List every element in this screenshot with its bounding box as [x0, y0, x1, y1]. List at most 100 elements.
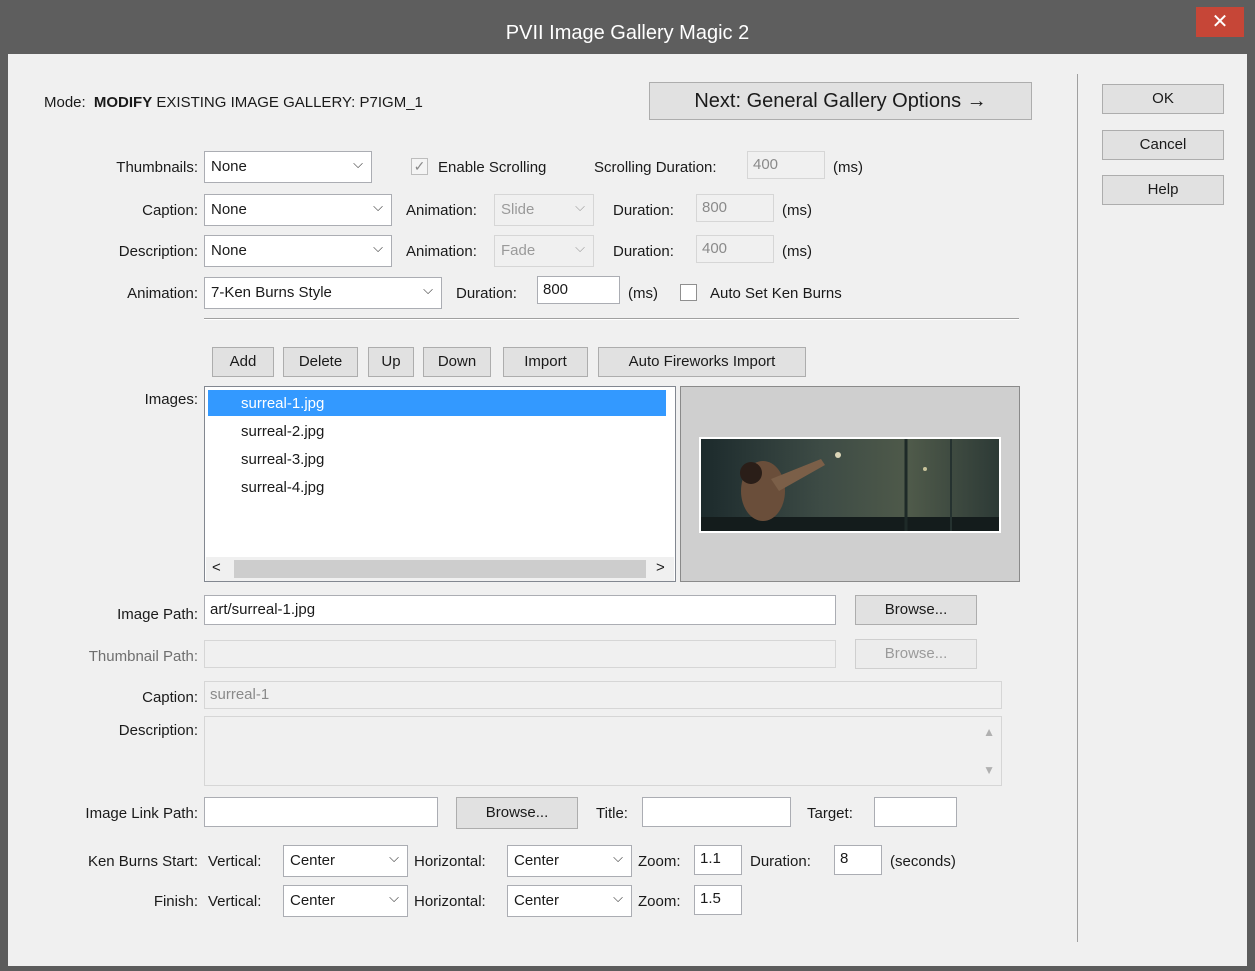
chevron-down-icon: ⌵ — [389, 890, 399, 905]
enable-scrolling-checkbox[interactable]: ✓ — [411, 158, 428, 175]
list-item[interactable]: surreal-4.jpg — [208, 474, 666, 500]
caption-duration-input[interactable]: 800 — [696, 194, 774, 222]
description-animation-select[interactable]: Fade ⌵ — [494, 235, 594, 267]
scrolling-duration-unit: (ms) — [833, 159, 863, 176]
finish-vertical-value: Center — [290, 892, 336, 909]
chevron-down-icon: ⌵ — [575, 199, 585, 214]
animation-select[interactable]: 7-Ken Burns Style ⌵ — [204, 277, 442, 309]
vertical-separator — [1077, 74, 1078, 942]
chevron-down-icon: ⌵ — [373, 240, 383, 255]
scrollbar-thumb[interactable] — [234, 560, 646, 578]
finish-horizontal-select[interactable]: Center ⌵ — [507, 885, 632, 917]
start-horizontal-value: Center — [514, 852, 560, 869]
auto-set-ken-burns-checkbox[interactable] — [680, 284, 697, 301]
list-item[interactable]: surreal-1.jpg — [208, 390, 666, 416]
dialog-body: Mode: MODIFY EXISTING IMAGE GALLERY: P7I… — [8, 54, 1247, 966]
caption-select[interactable]: None ⌵ — [204, 194, 392, 226]
scrolling-duration-input[interactable]: 400 — [747, 151, 825, 179]
target-label: Target: — [807, 805, 853, 822]
start-vertical-select[interactable]: Center ⌵ — [283, 845, 408, 877]
images-listbox[interactable]: surreal-1.jpg surreal-2.jpg surreal-3.jpg s… — [204, 386, 676, 582]
help-button[interactable]: Help — [1102, 175, 1224, 205]
caption-label: Caption: — [142, 202, 198, 219]
mode-bold: MODIFY — [93, 94, 153, 111]
chevron-down-icon: ⌵ — [613, 850, 623, 865]
list-item[interactable]: surreal-3.jpg — [208, 446, 666, 472]
images-label: Images: — [144, 391, 198, 408]
caption-value: None — [211, 201, 247, 218]
ken-burns-start-label: Ken Burns Start: — [87, 853, 198, 870]
image-link-browse-button[interactable]: Browse... — [456, 797, 578, 829]
start-vertical-label: Vertical: — [208, 853, 262, 870]
image-path-browse-button[interactable]: Browse... — [855, 595, 977, 625]
caption-animation-label: Animation: — [406, 202, 477, 219]
auto-fireworks-import-button[interactable]: Auto Fireworks Import — [598, 347, 806, 377]
delete-button[interactable]: Delete — [283, 347, 358, 377]
caption-duration-value: 800 — [702, 199, 728, 216]
caption-animation-select[interactable]: Slide ⌵ — [494, 194, 594, 226]
scroll-right-icon[interactable]: > — [656, 559, 665, 576]
start-duration-value: 8 — [840, 850, 849, 867]
list-item[interactable]: surreal-2.jpg — [208, 418, 666, 444]
ok-button[interactable]: OK — [1102, 84, 1224, 114]
item-description-textarea[interactable]: ▲ ▼ — [204, 716, 1002, 786]
target-input[interactable] — [874, 797, 957, 827]
title-input[interactable] — [642, 797, 791, 827]
image-link-label: Image Link Path: — [85, 805, 198, 822]
description-label: Description: — [118, 243, 198, 260]
image-preview-panel — [680, 386, 1020, 582]
thumbnails-select[interactable]: None ⌵ — [204, 151, 372, 183]
add-button[interactable]: Add — [212, 347, 274, 377]
finish-vertical-select[interactable]: Center ⌵ — [283, 885, 408, 917]
scroll-left-icon[interactable]: < — [212, 559, 221, 576]
down-button[interactable]: Down — [423, 347, 491, 377]
auto-set-ken-burns-label: Auto Set Ken Burns — [710, 285, 842, 302]
close-button[interactable]: ✕ — [1196, 7, 1244, 37]
start-duration-input[interactable]: 8 — [834, 845, 882, 875]
thumbnail-path-browse-button[interactable]: Browse... — [855, 639, 977, 669]
scrolling-duration-label: Scrolling Duration: — [594, 159, 717, 176]
start-horizontal-select[interactable]: Center ⌵ — [507, 845, 632, 877]
window-title: PVII Image Gallery Magic 2 — [505, 22, 750, 44]
thumbnail-path-input[interactable] — [204, 640, 836, 668]
chevron-down-icon: ⌵ — [373, 199, 383, 214]
next-general-options-button[interactable]: Next: General Gallery Options → — [649, 82, 1032, 120]
image-path-label: Image Path: — [117, 606, 198, 623]
image-link-input[interactable] — [204, 797, 438, 827]
image-path-input[interactable]: art/surreal-1.jpg — [204, 595, 836, 625]
scroll-down-icon[interactable]: ▼ — [983, 763, 995, 777]
caption-duration-unit: (ms) — [782, 202, 812, 219]
description-duration-input[interactable]: 400 — [696, 235, 774, 263]
finish-horizontal-label: Horizontal: — [414, 893, 486, 910]
cancel-button[interactable]: Cancel — [1102, 130, 1224, 160]
finish-zoom-input[interactable]: 1.5 — [694, 885, 742, 915]
up-button[interactable]: Up — [368, 347, 414, 377]
thumbnail-path-label: Thumbnail Path: — [88, 648, 198, 665]
chevron-down-icon: ⌵ — [353, 156, 363, 171]
section-divider — [204, 318, 1019, 320]
chevron-down-icon: ⌵ — [389, 850, 399, 865]
horizontal-scrollbar[interactable]: < > — [206, 557, 674, 581]
start-duration-unit: (seconds) — [890, 853, 956, 870]
description-duration-value: 400 — [702, 240, 728, 257]
item-caption-input[interactable]: surreal-1 — [204, 681, 1002, 709]
start-zoom-label: Zoom: — [638, 853, 681, 870]
ken-burns-finish-label: Finish: — [153, 893, 198, 910]
animation-duration-value: 800 — [543, 281, 569, 298]
caption-animation-value: Slide — [501, 201, 535, 218]
scroll-up-icon[interactable]: ▲ — [983, 725, 995, 739]
thumbnails-label: Thumbnails: — [116, 159, 198, 176]
description-duration-unit: (ms) — [782, 243, 812, 260]
description-value: None — [211, 242, 247, 259]
item-caption-value: surreal-1 — [210, 686, 270, 703]
start-zoom-input[interactable]: 1.1 — [694, 845, 742, 875]
finish-horizontal-value: Center — [514, 892, 560, 909]
description-select[interactable]: None ⌵ — [204, 235, 392, 267]
import-button[interactable]: Import — [503, 347, 588, 377]
chevron-down-icon: ⌵ — [575, 240, 585, 255]
animation-duration-label: Duration: — [456, 285, 517, 302]
animation-duration-input[interactable]: 800 — [537, 276, 620, 304]
start-duration-label: Duration: — [750, 853, 811, 870]
title-label: Title: — [596, 805, 628, 822]
item-caption-label: Caption: — [142, 689, 198, 706]
